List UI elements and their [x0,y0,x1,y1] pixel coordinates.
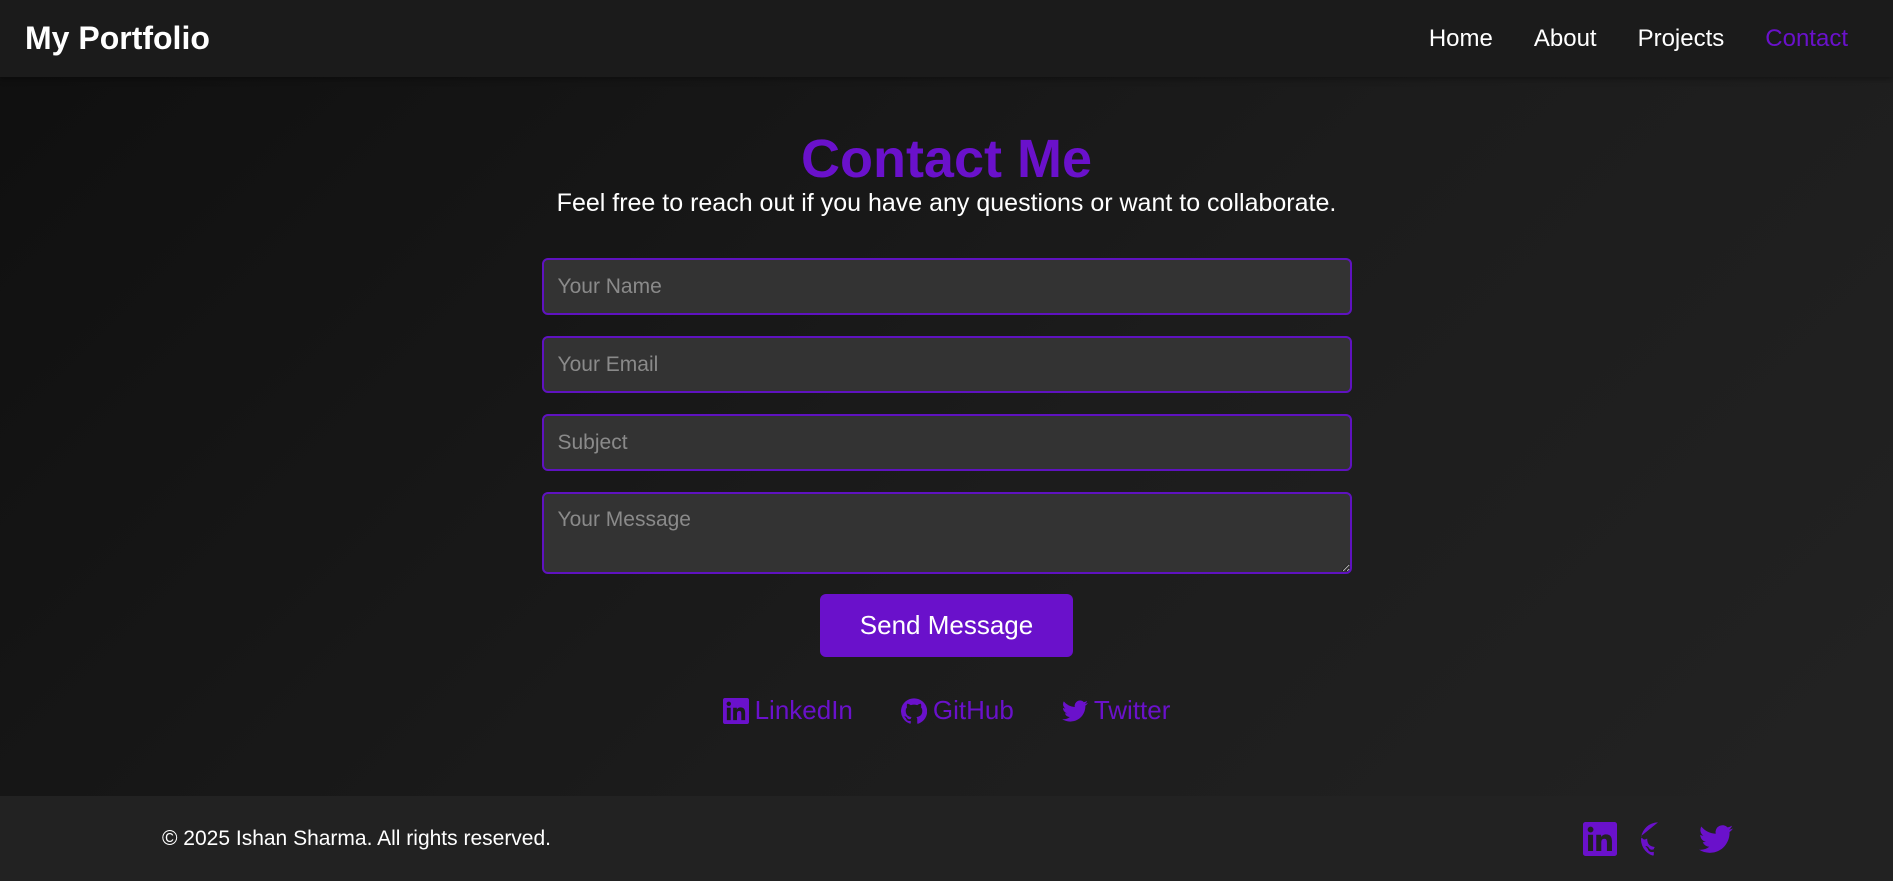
linkedin-icon [722,697,749,724]
copyright-text: © 2025 Ishan Sharma. All rights reserved… [162,826,552,850]
nav-link-home[interactable]: Home [1429,25,1493,53]
twitter-link[interactable]: Twitter [1061,695,1171,726]
send-message-button[interactable]: Send Message [820,594,1073,657]
footer: © 2025 Ishan Sharma. All rights reserved… [0,796,1893,881]
email-input[interactable] [541,336,1352,393]
name-input[interactable] [541,258,1352,315]
social-links: LinkedIn GitHub Twitter [542,695,1352,726]
subject-input[interactable] [541,414,1352,471]
nav-link-about[interactable]: About [1534,25,1597,53]
message-textarea[interactable] [541,492,1352,574]
footer-linkedin-link[interactable] [1583,821,1617,856]
nav-link-contact[interactable]: Contact [1765,25,1848,53]
github-label: GitHub [932,695,1014,725]
footer-twitter-link[interactable] [1699,822,1733,856]
page-subtitle: Feel free to reach out if you have any q… [556,189,1337,217]
twitter-icon [1061,699,1088,722]
github-icon [1641,821,1658,856]
linkedin-link[interactable]: LinkedIn [722,695,853,726]
site-logo[interactable]: My Portfolio [25,20,210,57]
github-icon [900,697,927,724]
contact-section: Contact Me Feel free to reach out if you… [541,77,1352,726]
contact-form: Send Message [541,258,1352,657]
nav-links: Home About Projects Contact [1429,25,1868,53]
navbar: My Portfolio Home About Projects Contact [0,0,1893,77]
footer-social-icons [1583,821,1733,856]
linkedin-label: LinkedIn [754,695,853,725]
twitter-icon [1699,824,1733,853]
page-title: Contact Me [800,129,1092,189]
twitter-label: Twitter [1093,695,1171,725]
github-link[interactable]: GitHub [900,695,1014,726]
footer-github-link[interactable] [1641,821,1675,856]
nav-link-projects[interactable]: Projects [1638,25,1725,53]
linkedin-icon [1583,821,1617,856]
